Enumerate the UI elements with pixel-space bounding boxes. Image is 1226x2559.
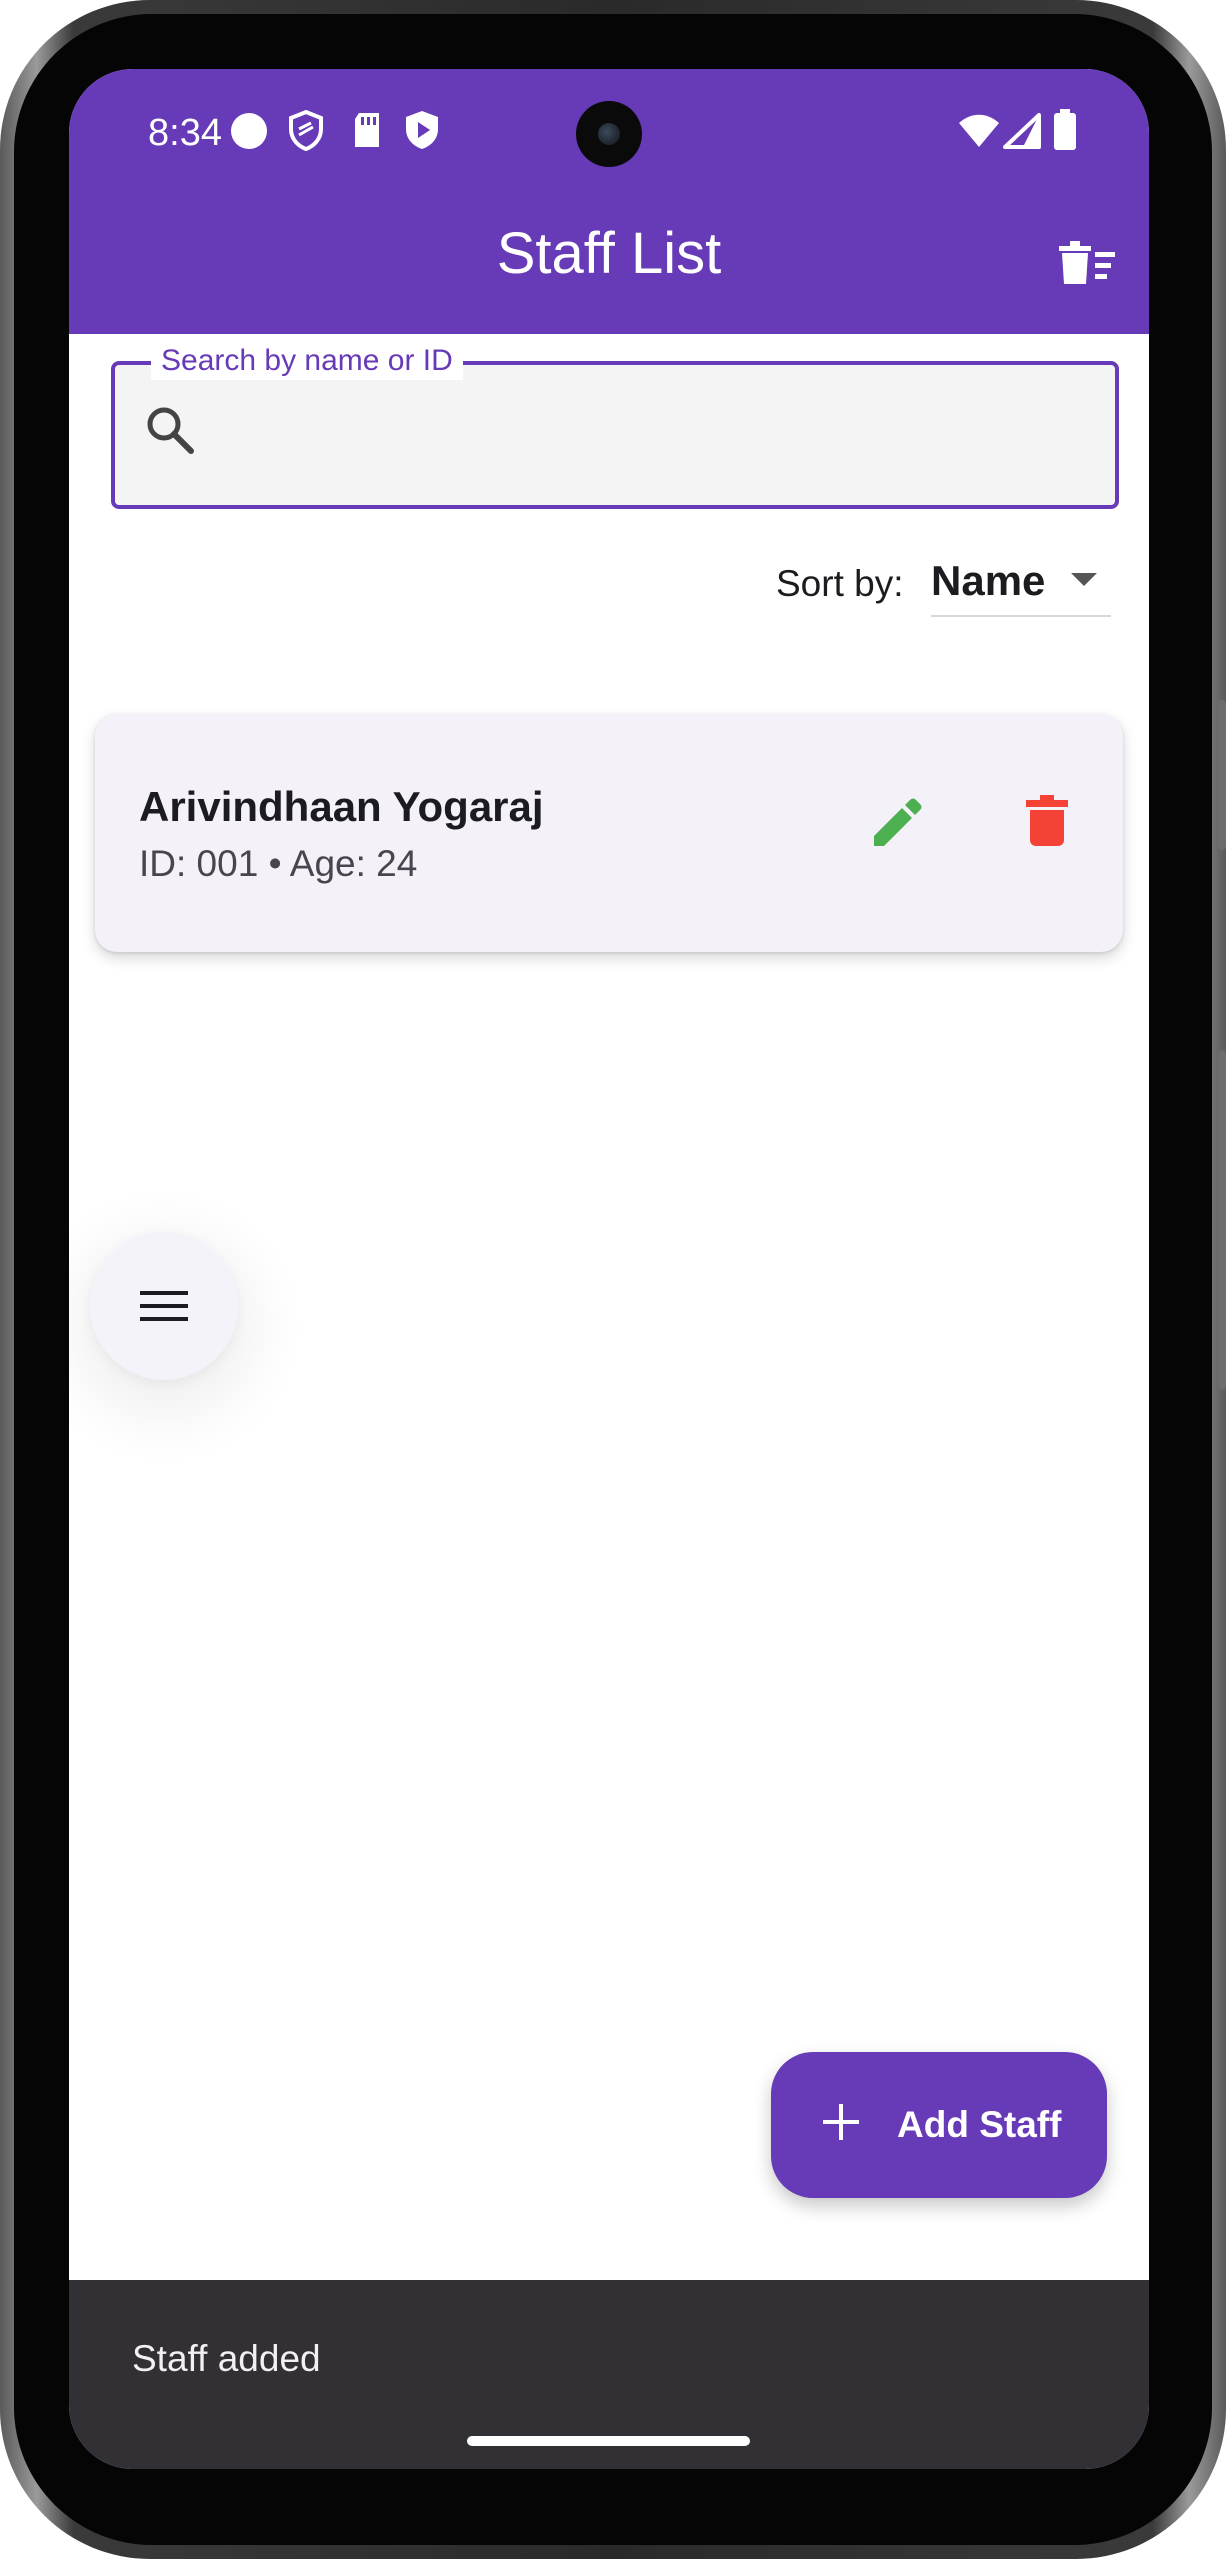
- front-camera: [576, 101, 642, 167]
- wifi-icon: [959, 114, 999, 147]
- sort-selected-value: Name: [931, 557, 1046, 604]
- page-title: Staff List: [496, 221, 722, 286]
- shield-icon: [289, 109, 323, 151]
- volume-button: [1218, 700, 1226, 850]
- sort-dropdown[interactable]: Name: [931, 543, 1111, 617]
- staff-meta: ID: 001 • Age: 24: [139, 843, 418, 884]
- circle-notification-icon: [231, 113, 267, 149]
- phone-frame: 8:34 Staff List Search by name or ID Sor…: [0, 0, 1226, 2559]
- add-staff-label: Add Staff: [897, 2104, 1062, 2145]
- screen: 8:34 Staff List Search by name or ID Sor…: [69, 69, 1149, 2469]
- chevron-down-icon: [1071, 573, 1097, 586]
- search-input[interactable]: [219, 389, 1083, 471]
- power-button: [1218, 1050, 1226, 1390]
- status-time: 8:34: [148, 112, 222, 154]
- delete-sweep-icon[interactable]: [1059, 240, 1115, 286]
- signal-icon: [1003, 113, 1041, 149]
- add-staff-button[interactable]: Add Staff: [771, 2052, 1107, 2198]
- battery-icon: [1054, 109, 1076, 150]
- app-bar: 8:34 Staff List: [69, 69, 1149, 334]
- snackbar-message: Staff added: [132, 2338, 321, 2379]
- staff-card[interactable]: Arivindhaan Yogaraj ID: 001 • Age: 24: [95, 714, 1123, 952]
- home-indicator[interactable]: [467, 2436, 750, 2446]
- menu-icon: [140, 1291, 188, 1321]
- search-field-label: Search by name or ID: [151, 342, 463, 380]
- play-protect-icon: [406, 111, 438, 149]
- sort-label: Sort by:: [776, 563, 904, 604]
- delete-icon[interactable]: [1002, 778, 1092, 868]
- edit-icon[interactable]: [852, 778, 942, 868]
- search-icon: [147, 407, 194, 454]
- staff-name: Arivindhaan Yogaraj: [139, 783, 544, 830]
- plus-icon: [823, 2104, 859, 2140]
- status-bar: 8:34: [69, 69, 1149, 189]
- sd-card-icon: [355, 113, 379, 147]
- menu-button[interactable]: [90, 1232, 238, 1380]
